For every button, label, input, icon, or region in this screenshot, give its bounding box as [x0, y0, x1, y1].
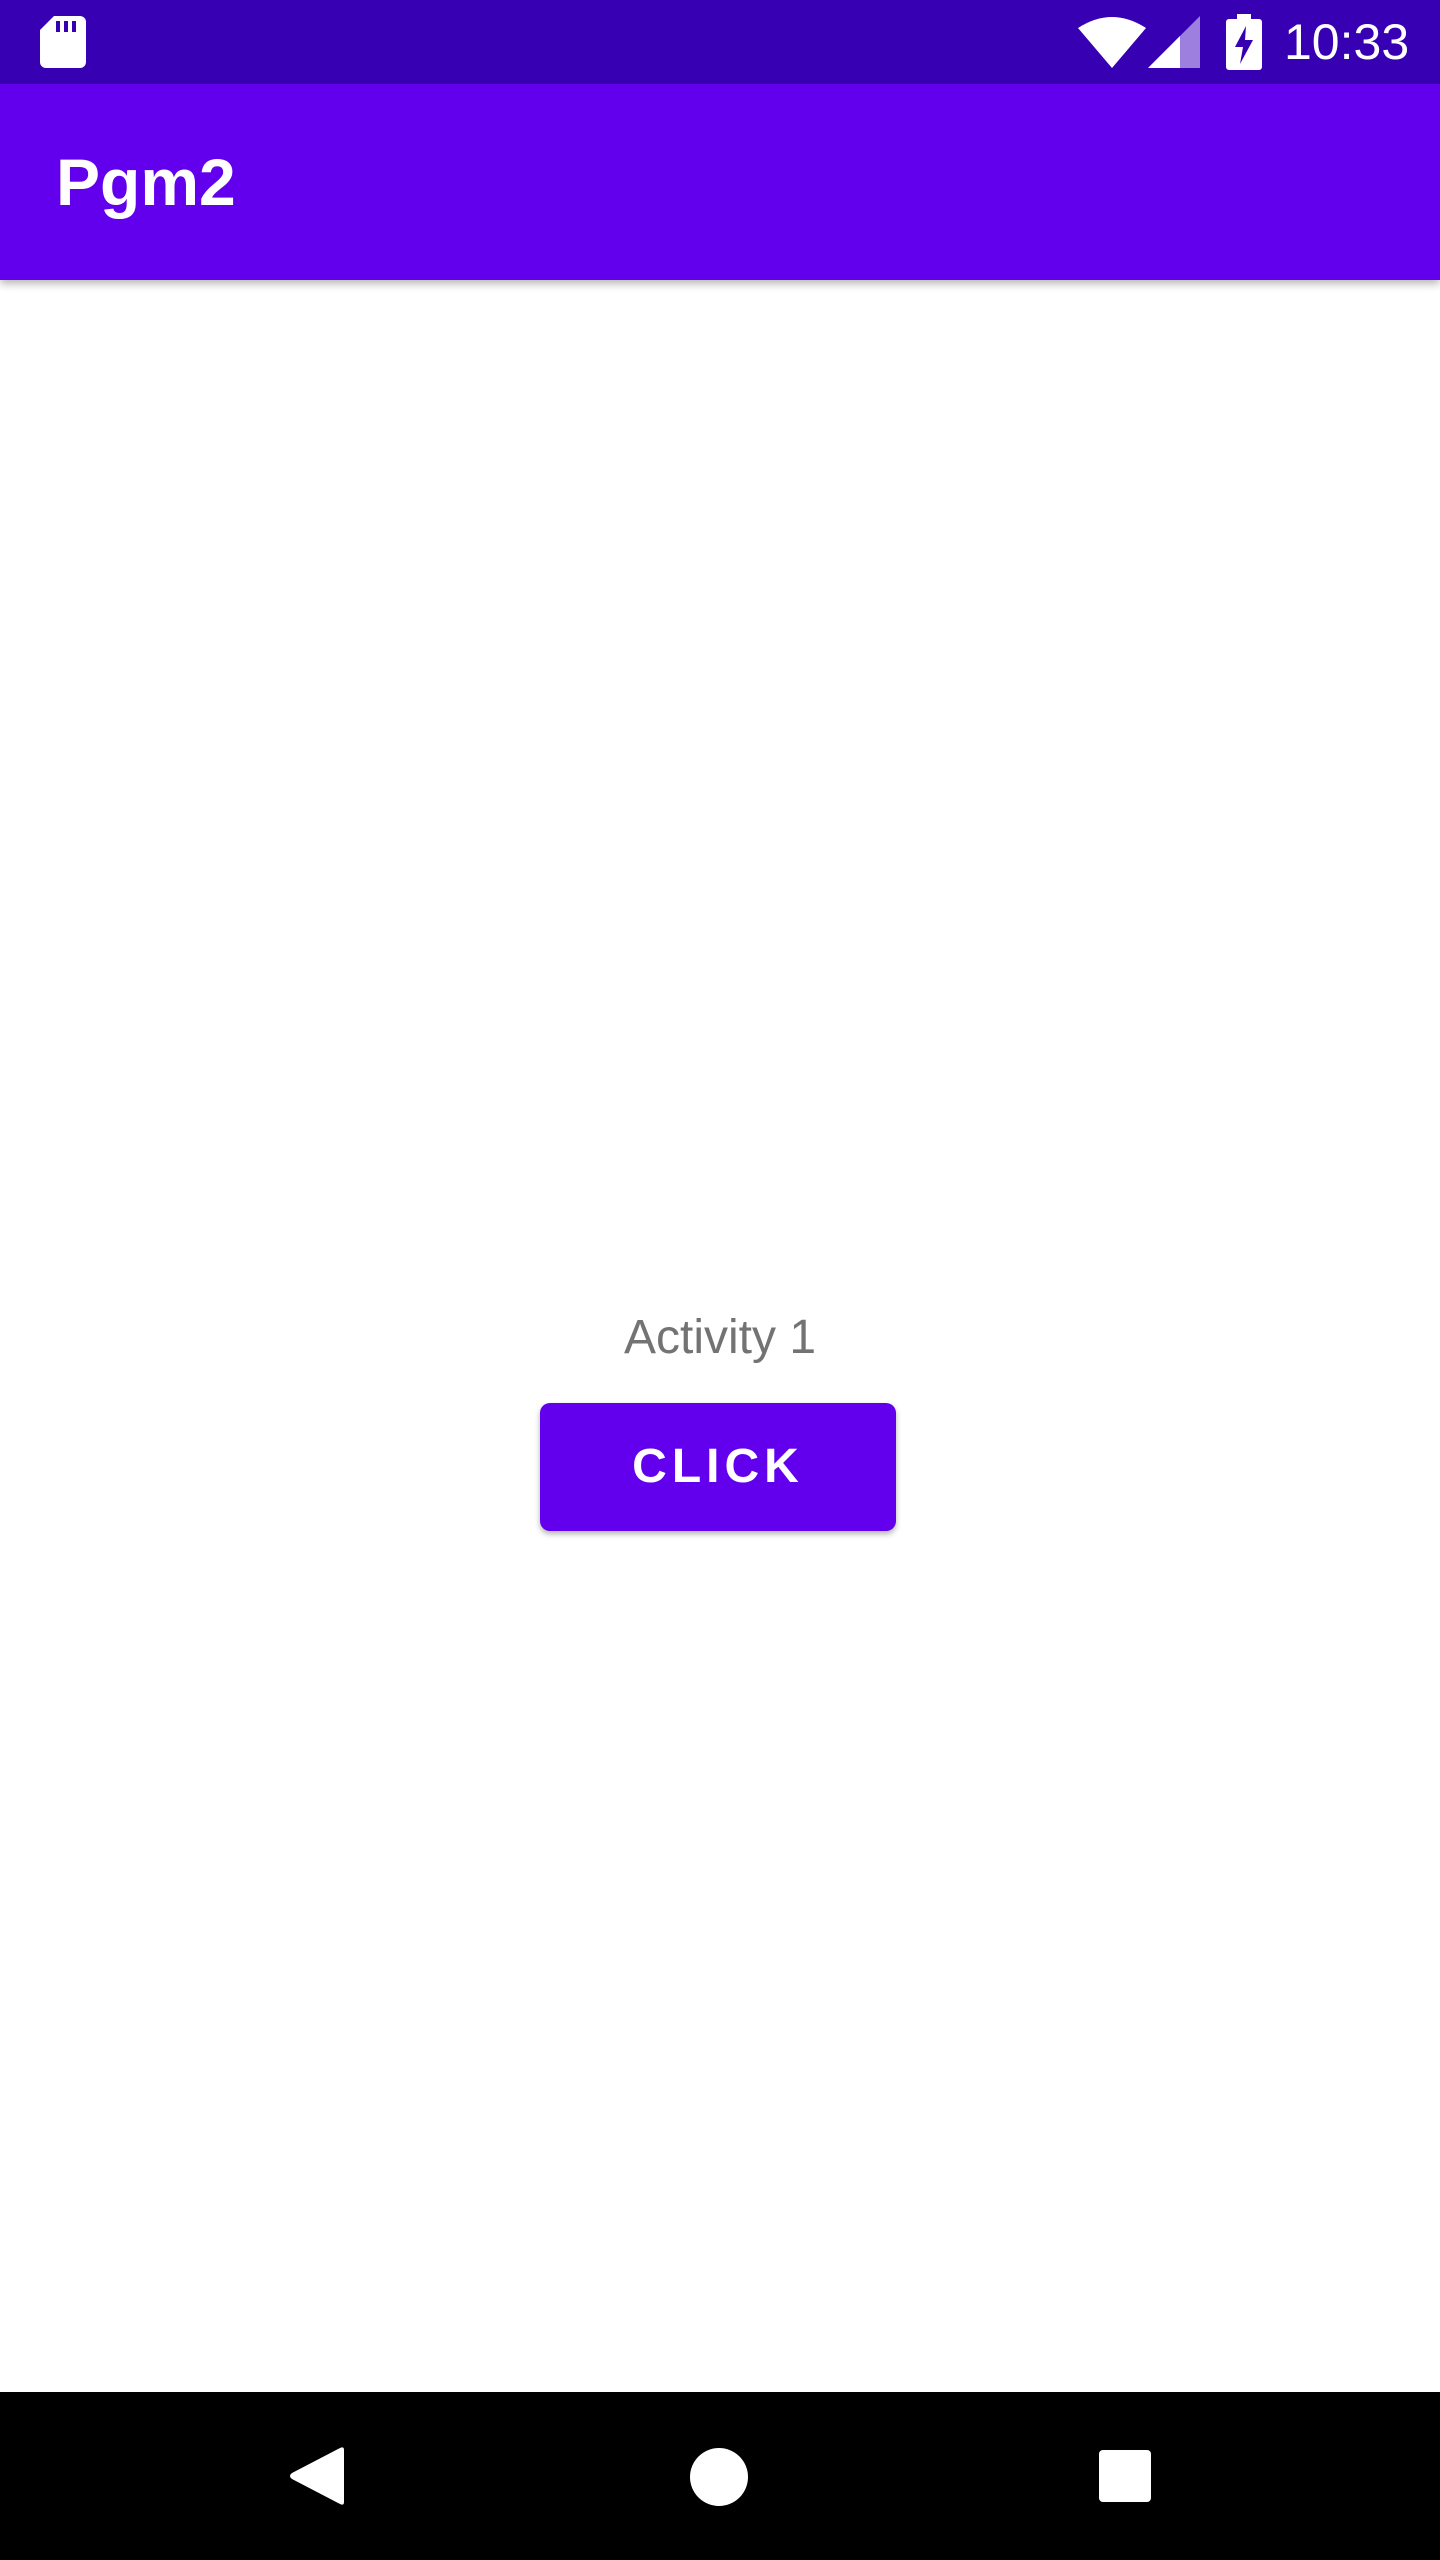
status-bar: 10:33 [0, 0, 1440, 84]
recents-icon[interactable] [1099, 2450, 1151, 2502]
screen: 10:33 Pgm2 Activity 1 CLICK [0, 0, 1440, 2560]
app-title: Pgm2 [56, 145, 236, 219]
status-clock: 10:33 [1284, 14, 1410, 70]
app-bar: Pgm2 [0, 84, 1440, 280]
wifi-icon [1078, 17, 1146, 68]
battery-charging-icon [1226, 14, 1262, 70]
sd-card-icon [40, 16, 86, 68]
activity-label: Activity 1 [623, 1311, 817, 1364]
signal-icon [1148, 16, 1200, 68]
click-button[interactable]: CLICK [540, 1403, 896, 1531]
home-icon[interactable] [690, 2448, 748, 2506]
back-icon[interactable] [288, 2446, 344, 2506]
